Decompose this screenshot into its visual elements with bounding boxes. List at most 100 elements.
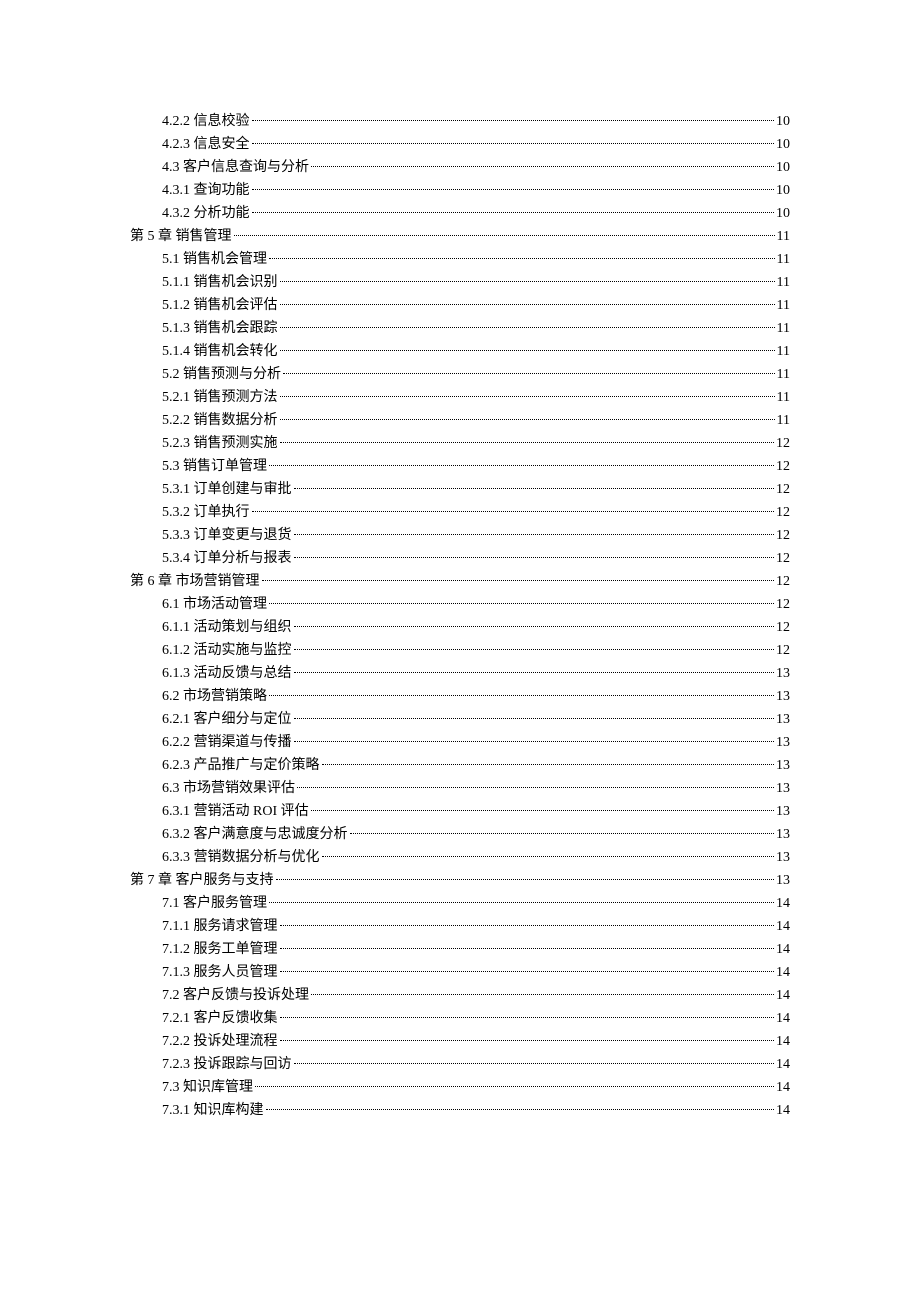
toc-page-number: 10 (776, 179, 790, 202)
toc-title: 6.3.3 营销数据分析与优化 (162, 846, 320, 869)
toc-entry[interactable]: 5.2.2 销售数据分析11 (130, 409, 790, 432)
toc-title: 6.2 市场营销策略 (162, 685, 267, 708)
toc-entry[interactable]: 6.3.3 营销数据分析与优化13 (130, 846, 790, 869)
toc-entry[interactable]: 6.3.1 营销活动 ROI 评估 13 (130, 800, 790, 823)
toc-title: 5.3.2 订单执行 (162, 501, 250, 524)
toc-entry[interactable]: 5.1.3 销售机会跟踪11 (130, 317, 790, 340)
toc-title: 5.1.4 销售机会转化 (162, 340, 278, 363)
toc-page-number: 11 (777, 248, 790, 271)
toc-leader-dots (294, 672, 775, 673)
toc-entry[interactable]: 7.1.1 服务请求管理 14 (130, 915, 790, 938)
toc-page-number: 12 (776, 639, 790, 662)
toc-entry[interactable]: 7.1 客户服务管理 14 (130, 892, 790, 915)
toc-entry[interactable]: 5.1.2 销售机会评估11 (130, 294, 790, 317)
toc-entry[interactable]: 4.2.2 信息校验10 (130, 110, 790, 133)
toc-entry[interactable]: 6.1.2 活动实施与监控 12 (130, 639, 790, 662)
toc-leader-dots (294, 649, 775, 650)
toc-entry[interactable]: 第 6 章 市场营销管理12 (130, 570, 790, 593)
toc-entry[interactable]: 5.3.1 订单创建与审批12 (130, 478, 790, 501)
toc-entry[interactable]: 4.3.1 查询功能10 (130, 179, 790, 202)
toc-title: 7.1.1 服务请求管理 (162, 915, 278, 938)
toc-page-number: 12 (776, 455, 790, 478)
toc-page-number: 11 (777, 340, 790, 363)
toc-title: 7.1.2 服务工单管理 (162, 938, 278, 961)
toc-page-number: 14 (776, 1007, 790, 1030)
toc-leader-dots (269, 258, 775, 259)
toc-entry[interactable]: 第 5 章 销售管理11 (130, 225, 790, 248)
toc-title: 7.1 客户服务管理 (162, 892, 267, 915)
toc-leader-dots (311, 994, 774, 995)
toc-entry[interactable]: 4.3.2 分析功能10 (130, 202, 790, 225)
toc-title: 7.2.2 投诉处理流程 (162, 1030, 278, 1053)
toc-leader-dots (294, 534, 775, 535)
toc-page-number: 14 (776, 1053, 790, 1076)
toc-entry[interactable]: 7.3 知识库管理14 (130, 1076, 790, 1099)
toc-title: 4.2.3 信息安全 (162, 133, 250, 156)
toc-title: 5.2.1 销售预测方法 (162, 386, 278, 409)
toc-entry[interactable]: 6.2.3 产品推广与定价策略 13 (130, 754, 790, 777)
toc-title: 6.2.3 产品推广与定价策略 (162, 754, 320, 777)
toc-title: 6.3.1 营销活动 ROI 评估 (162, 800, 309, 823)
toc-leader-dots (262, 580, 775, 581)
toc-title: 6.3 市场营销效果评估 (162, 777, 295, 800)
toc-page-number: 13 (776, 800, 790, 823)
toc-entry[interactable]: 7.3.1 知识库构建14 (130, 1099, 790, 1122)
toc-title: 7.3.1 知识库构建 (162, 1099, 264, 1122)
toc-leader-dots (322, 856, 775, 857)
toc-entry[interactable]: 5.1.1 销售机会识别11 (130, 271, 790, 294)
toc-leader-dots (252, 120, 775, 121)
toc-leader-dots (294, 718, 775, 719)
toc-leader-dots (266, 1109, 775, 1110)
toc-page-number: 14 (776, 1030, 790, 1053)
toc-entry[interactable]: 5.2 销售预测与分析11 (130, 363, 790, 386)
toc-title: 6.1.2 活动实施与监控 (162, 639, 292, 662)
toc-entry[interactable]: 第 7 章 客户服务与支持13 (130, 869, 790, 892)
toc-entry[interactable]: 6.1.1 活动策划与组织12 (130, 616, 790, 639)
toc-entry[interactable]: 5.3.2 订单执行12 (130, 501, 790, 524)
toc-page-number: 11 (777, 363, 790, 386)
toc-page-number: 10 (776, 156, 790, 179)
toc-entry[interactable]: 5.3.3 订单变更与退货12 (130, 524, 790, 547)
toc-page-number: 12 (776, 524, 790, 547)
toc-entry[interactable]: 5.1.4 销售机会转化 11 (130, 340, 790, 363)
table-of-contents: 4.2.2 信息校验104.2.3 信息安全104.3 客户信息查询与分析104… (130, 110, 790, 1122)
toc-page-number: 13 (776, 754, 790, 777)
toc-title: 6.1.3 活动反馈与总结 (162, 662, 292, 685)
toc-entry[interactable]: 5.2.3 销售预测实施12 (130, 432, 790, 455)
toc-entry[interactable]: 6.1.3 活动反馈与总结13 (130, 662, 790, 685)
toc-entry[interactable]: 6.2.1 客户细分与定位13 (130, 708, 790, 731)
toc-entry[interactable]: 7.2.2 投诉处理流程 14 (130, 1030, 790, 1053)
toc-entry[interactable]: 6.3 市场营销效果评估13 (130, 777, 790, 800)
toc-page-number: 11 (777, 271, 790, 294)
toc-entry[interactable]: 6.2.2 营销渠道与传播13 (130, 731, 790, 754)
toc-entry[interactable]: 5.1 销售机会管理11 (130, 248, 790, 271)
toc-entry[interactable]: 5.2.1 销售预测方法11 (130, 386, 790, 409)
toc-entry[interactable]: 6.2 市场营销策略13 (130, 685, 790, 708)
toc-entry[interactable]: 4.2.3 信息安全10 (130, 133, 790, 156)
toc-leader-dots (280, 925, 775, 926)
toc-page-number: 12 (776, 547, 790, 570)
toc-entry[interactable]: 7.2.3 投诉跟踪与回访 14 (130, 1053, 790, 1076)
toc-entry[interactable]: 6.3.2 客户满意度与忠诚度分析13 (130, 823, 790, 846)
toc-entry[interactable]: 7.1.2 服务工单管理14 (130, 938, 790, 961)
toc-entry[interactable]: 7.2.1 客户反馈收集14 (130, 1007, 790, 1030)
toc-page-number: 14 (776, 892, 790, 915)
toc-leader-dots (269, 465, 774, 466)
toc-page-number: 10 (776, 202, 790, 225)
toc-leader-dots (269, 603, 774, 604)
toc-entry[interactable]: 4.3 客户信息查询与分析10 (130, 156, 790, 179)
toc-title: 6.3.2 客户满意度与忠诚度分析 (162, 823, 348, 846)
toc-page-number: 14 (776, 915, 790, 938)
toc-leader-dots (280, 419, 775, 420)
toc-title: 7.2 客户反馈与投诉处理 (162, 984, 309, 1007)
toc-entry[interactable]: 5.3 销售订单管理12 (130, 455, 790, 478)
toc-page-number: 11 (777, 225, 790, 248)
toc-leader-dots (311, 810, 774, 811)
toc-title: 7.2.3 投诉跟踪与回访 (162, 1053, 292, 1076)
toc-entry[interactable]: 6.1 市场活动管理12 (130, 593, 790, 616)
toc-entry[interactable]: 5.3.4 订单分析与报表12 (130, 547, 790, 570)
toc-page-number: 12 (776, 616, 790, 639)
toc-entry[interactable]: 7.2 客户反馈与投诉处理14 (130, 984, 790, 1007)
toc-entry[interactable]: 7.1.3 服务人员管理14 (130, 961, 790, 984)
toc-page-number: 13 (776, 731, 790, 754)
